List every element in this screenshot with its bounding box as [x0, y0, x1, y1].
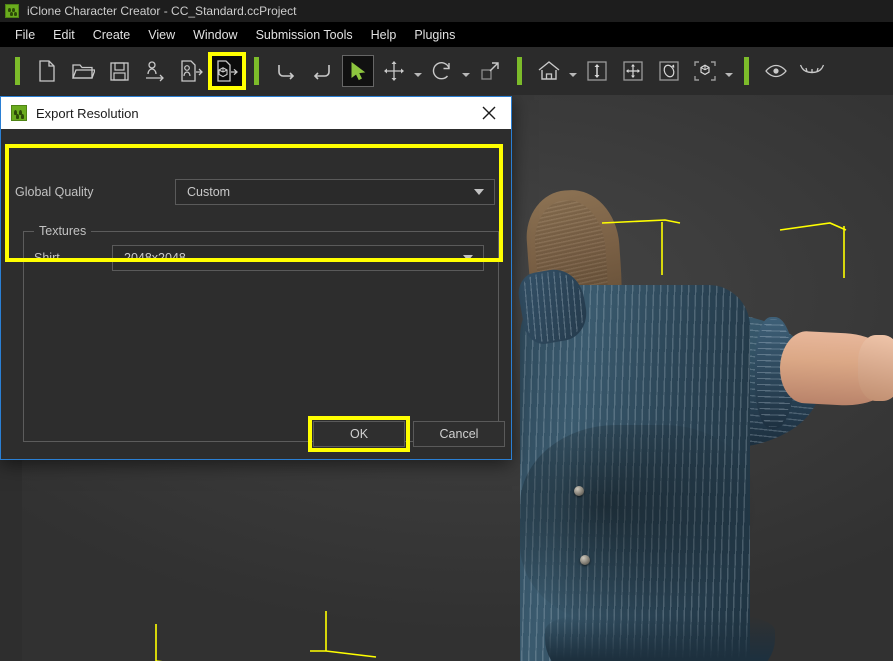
- redo-button[interactable]: [306, 55, 338, 87]
- character-torso-shading: [520, 425, 760, 625]
- close-button[interactable]: [467, 97, 511, 129]
- chevron-down-icon: [462, 73, 470, 77]
- ok-button[interactable]: OK: [313, 421, 405, 447]
- eyelash-icon: [799, 62, 825, 80]
- export-object-icon: [215, 60, 239, 82]
- export-object-button[interactable]: [208, 52, 246, 90]
- global-quality-select[interactable]: Custom: [175, 179, 495, 205]
- textures-group-legend: Textures: [34, 224, 92, 238]
- menu-submission-tools[interactable]: Submission Tools: [247, 25, 362, 45]
- new-project-button[interactable]: [31, 55, 63, 87]
- close-icon: [482, 106, 496, 120]
- move-tool-dropdown[interactable]: [412, 55, 424, 87]
- open-project-icon: [71, 61, 95, 81]
- menu-plugins[interactable]: Plugins: [405, 25, 464, 45]
- select-tool-icon: [348, 61, 368, 81]
- dialog-footer: OK Cancel: [1, 413, 513, 459]
- chevron-down-icon: [725, 73, 733, 77]
- pan-view-icon: [622, 60, 644, 82]
- shirt-label: Shirt: [34, 251, 60, 265]
- dialog-title: Export Resolution: [36, 105, 139, 121]
- undo-icon: [274, 61, 298, 81]
- menu-edit[interactable]: Edit: [44, 25, 84, 45]
- orbit-view-button[interactable]: [653, 55, 685, 87]
- menu-help[interactable]: Help: [362, 25, 406, 45]
- scale-tool-button[interactable]: [474, 55, 506, 87]
- pan-view-button[interactable]: [617, 55, 649, 87]
- home-view-dropdown[interactable]: [567, 55, 579, 87]
- texture-row-shirt: Shirt 2048x2048: [34, 245, 489, 271]
- menu-create[interactable]: Create: [84, 25, 140, 45]
- move-tool-button[interactable]: [378, 55, 410, 87]
- toolbar-separator: [517, 57, 522, 85]
- menu-file[interactable]: File: [6, 25, 44, 45]
- global-quality-row: Global Quality Custom: [15, 179, 499, 205]
- menu-view[interactable]: View: [139, 25, 184, 45]
- new-project-icon: [37, 60, 57, 82]
- character-hand: [858, 335, 893, 401]
- character-shirt-button: [580, 555, 590, 565]
- global-quality-value: Custom: [187, 185, 231, 199]
- textures-group: Textures Shirt 2048x2048: [23, 224, 499, 442]
- toolbar-separator: [254, 57, 259, 85]
- import-character-button[interactable]: [139, 55, 171, 87]
- frame-selection-dropdown[interactable]: [723, 55, 735, 87]
- cancel-button[interactable]: Cancel: [413, 421, 505, 447]
- redo-icon: [310, 61, 334, 81]
- eye-visibility-icon: [764, 62, 788, 80]
- export-character-icon: [179, 60, 203, 82]
- menu-window[interactable]: Window: [184, 25, 246, 45]
- shirt-resolution-select[interactable]: 2048x2048: [112, 245, 484, 271]
- eye-visibility-button[interactable]: [760, 55, 792, 87]
- save-project-button[interactable]: [103, 55, 135, 87]
- application-window: iClone Character Creator - CC_Standard.c…: [0, 0, 893, 661]
- toolbar-separator: [744, 57, 749, 85]
- orbit-view-icon: [658, 60, 680, 82]
- select-tool-button[interactable]: [342, 55, 374, 87]
- export-character-button[interactable]: [175, 55, 207, 87]
- chevron-down-icon: [463, 255, 473, 261]
- chevron-down-icon: [569, 73, 577, 77]
- shirt-resolution-value: 2048x2048: [124, 251, 186, 265]
- rotate-tool-dropdown[interactable]: [460, 55, 472, 87]
- window-title: iClone Character Creator - CC_Standard.c…: [27, 4, 297, 18]
- import-character-icon: [143, 60, 167, 82]
- characters-group-icon: [5, 4, 19, 18]
- open-project-button[interactable]: [67, 55, 99, 87]
- main-toolbar: [0, 47, 893, 95]
- menu-bar: File Edit Create View Window Submission …: [0, 22, 893, 47]
- home-view-icon: [537, 60, 561, 82]
- rotate-tool-icon: [431, 60, 453, 82]
- window-titlebar: iClone Character Creator - CC_Standard.c…: [0, 0, 893, 22]
- 3d-viewport[interactable]: Export Resolution Global Quality Custom: [0, 95, 893, 661]
- chevron-down-icon: [474, 189, 484, 195]
- character-shirt-hem: [545, 615, 775, 661]
- rotate-tool-button[interactable]: [426, 55, 458, 87]
- chevron-down-icon: [414, 73, 422, 77]
- undo-button[interactable]: [270, 55, 302, 87]
- export-resolution-dialog: Export Resolution Global Quality Custom: [0, 96, 512, 460]
- eyelash-button[interactable]: [796, 55, 828, 87]
- home-view-button[interactable]: [533, 55, 565, 87]
- fit-vertical-icon: [586, 60, 608, 82]
- dialog-body: Global Quality Custom Textures Shirt 204…: [1, 129, 511, 459]
- character-shirt-button: [574, 486, 584, 496]
- scale-tool-icon: [479, 60, 501, 82]
- characters-group-icon: [11, 105, 27, 121]
- global-quality-label: Global Quality: [15, 185, 94, 199]
- fit-vertical-button[interactable]: [581, 55, 613, 87]
- toolbar-separator: [15, 57, 20, 85]
- dialog-titlebar: Export Resolution: [1, 97, 511, 129]
- frame-selection-button[interactable]: [689, 55, 721, 87]
- move-tool-icon: [383, 60, 405, 82]
- save-project-icon: [109, 61, 130, 82]
- frame-selection-icon: [693, 60, 717, 82]
